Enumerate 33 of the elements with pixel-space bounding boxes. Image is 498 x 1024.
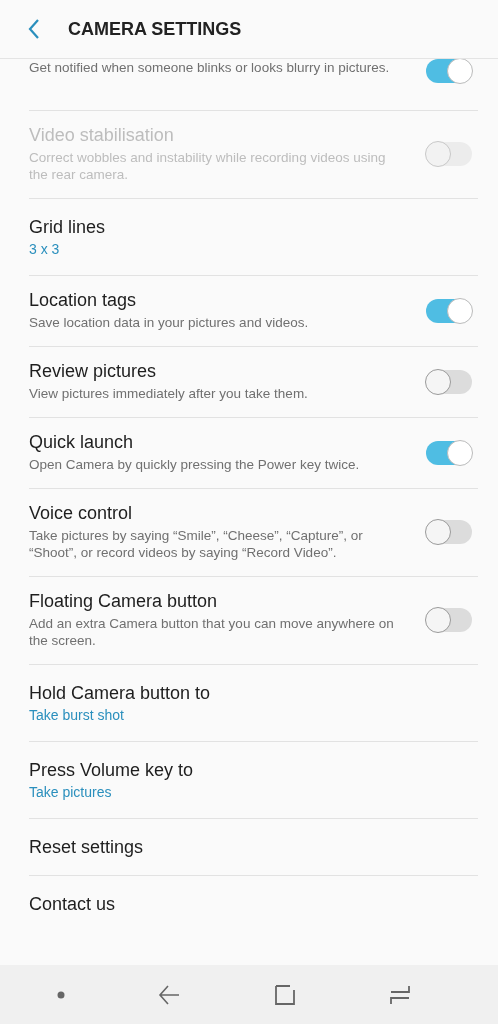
home-icon[interactable] (273, 983, 296, 1006)
toggle-switch[interactable] (426, 59, 472, 83)
setting-description: Add an extra Camera button that you can move anywhere on the screen. (29, 615, 395, 649)
setting-title[interactable]: Grid lines (29, 217, 458, 238)
setting-title[interactable]: Contact us (29, 894, 458, 915)
setting-value: Take pictures (29, 784, 113, 800)
setting-description: View pictures immediately after you take them. (29, 385, 309, 402)
setting-value: 3 x 3 (29, 241, 61, 257)
toggle-switch[interactable] (426, 608, 472, 632)
setting-title: Floating Camera button (29, 591, 219, 612)
screen-title: CAMERA SETTINGS (68, 18, 242, 40)
toggle-switch[interactable] (426, 520, 472, 544)
back-icon[interactable] (158, 984, 181, 1005)
dot-icon[interactable] (56, 990, 65, 999)
setting-description: Correct wobbles and instability while recording videos using the rear camera. (29, 149, 387, 183)
recent-apps-icon[interactable] (389, 983, 412, 1006)
back-icon[interactable] (26, 18, 42, 40)
toggle-switch[interactable] (426, 369, 472, 394)
setting-value: Take burst shot (29, 707, 125, 723)
toggle-switch[interactable] (426, 440, 472, 465)
setting-description: Get notified when someone blinks or looks blurry in pictures. (29, 59, 391, 76)
setting-title: Voice control (29, 503, 134, 524)
setting-description: Open Camera by quickly pressing the Power key twice. (29, 456, 361, 473)
setting-title[interactable]: Press Volume key to (29, 760, 458, 781)
setting-description: Save location data in your pictures and videos. (29, 314, 310, 331)
setting-title: Video stabilisation (29, 125, 175, 146)
setting-title[interactable]: Hold Camera button to (29, 683, 458, 704)
setting-description: Take pictures by saying “Smile”, “Cheese”, “Capture”, or “Shoot”, or record videos by saying “Record Video”. (29, 527, 364, 561)
setting-title: Location tags (29, 290, 138, 311)
toggle-switch[interactable] (426, 298, 472, 323)
setting-title: Quick launch (29, 432, 135, 453)
setting-title: Review pictures (29, 361, 158, 382)
setting-title[interactable]: Reset settings (29, 836, 458, 858)
